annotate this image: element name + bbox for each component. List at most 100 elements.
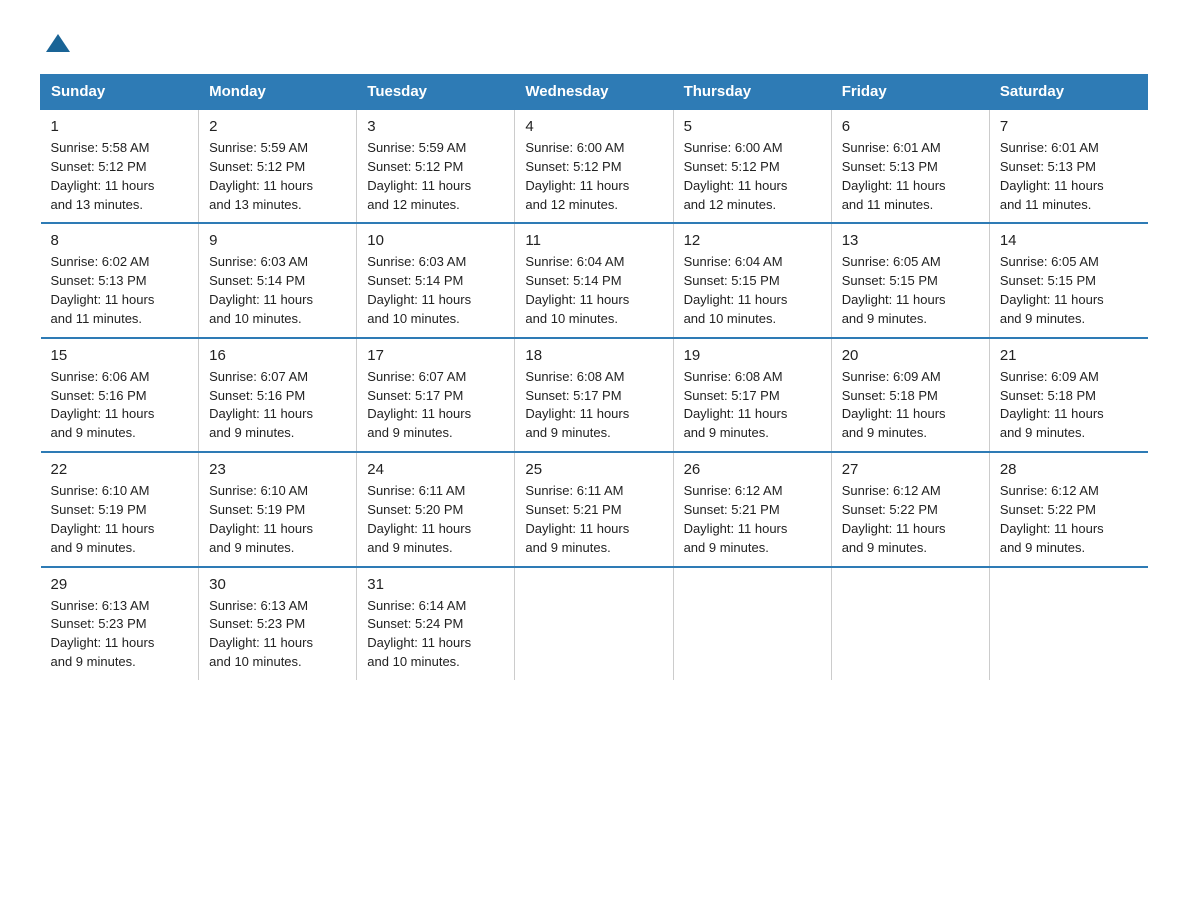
day-info: Sunrise: 6:03 AM Sunset: 5:14 PM Dayligh… xyxy=(209,253,346,328)
calendar-day-cell xyxy=(989,567,1147,680)
day-info: Sunrise: 6:00 AM Sunset: 5:12 PM Dayligh… xyxy=(525,139,662,214)
calendar-day-cell: 8 Sunrise: 6:02 AM Sunset: 5:13 PM Daylig… xyxy=(41,223,199,337)
day-of-week-header: Tuesday xyxy=(357,75,515,110)
calendar-day-cell xyxy=(515,567,673,680)
day-number: 28 xyxy=(1000,461,1138,478)
page-header xyxy=(40,30,1148,54)
calendar-day-cell: 28 Sunrise: 6:12 AM Sunset: 5:22 PM Dayli… xyxy=(989,452,1147,566)
day-info: Sunrise: 6:10 AM Sunset: 5:19 PM Dayligh… xyxy=(209,482,346,557)
day-number: 12 xyxy=(684,232,821,249)
day-number: 5 xyxy=(684,118,821,135)
calendar-day-cell: 22Sunrise: 6:10 AM Sunset: 5:19 PM Dayli… xyxy=(41,452,199,566)
day-info: Sunrise: 6:00 AM Sunset: 5:12 PM Dayligh… xyxy=(684,139,821,214)
day-info: Sunrise: 6:07 AM Sunset: 5:17 PM Dayligh… xyxy=(367,368,504,443)
day-info: Sunrise: 6:06 AM Sunset: 5:16 PM Dayligh… xyxy=(51,368,189,443)
calendar-week-row: 15Sunrise: 6:06 AM Sunset: 5:16 PM Dayli… xyxy=(41,338,1148,452)
day-info: Sunrise: 6:04 AM Sunset: 5:14 PM Dayligh… xyxy=(525,253,662,328)
calendar-day-cell: 17 Sunrise: 6:07 AM Sunset: 5:17 PM Dayli… xyxy=(357,338,515,452)
logo-triangle-icon xyxy=(44,32,72,54)
day-info: Sunrise: 6:08 AM Sunset: 5:17 PM Dayligh… xyxy=(525,368,662,443)
calendar-day-cell: 5 Sunrise: 6:00 AM Sunset: 5:12 PM Daylig… xyxy=(673,109,831,223)
day-number: 8 xyxy=(51,232,189,249)
day-number: 3 xyxy=(367,118,504,135)
day-info: Sunrise: 6:11 AM Sunset: 5:20 PM Dayligh… xyxy=(367,482,504,557)
calendar-week-row: 8 Sunrise: 6:02 AM Sunset: 5:13 PM Daylig… xyxy=(41,223,1148,337)
day-info: Sunrise: 6:02 AM Sunset: 5:13 PM Dayligh… xyxy=(51,253,189,328)
day-number: 6 xyxy=(842,118,979,135)
calendar-day-cell: 4 Sunrise: 6:00 AM Sunset: 5:12 PM Daylig… xyxy=(515,109,673,223)
day-info: Sunrise: 6:14 AM Sunset: 5:24 PM Dayligh… xyxy=(367,597,504,672)
calendar-day-cell: 19 Sunrise: 6:08 AM Sunset: 5:17 PM Dayli… xyxy=(673,338,831,452)
calendar-header-row: SundayMondayTuesdayWednesdayThursdayFrid… xyxy=(41,75,1148,110)
calendar-day-cell: 11 Sunrise: 6:04 AM Sunset: 5:14 PM Dayli… xyxy=(515,223,673,337)
calendar-day-cell: 29 Sunrise: 6:13 AM Sunset: 5:23 PM Dayli… xyxy=(41,567,199,680)
day-info: Sunrise: 6:09 AM Sunset: 5:18 PM Dayligh… xyxy=(842,368,979,443)
calendar-week-row: 22 Sunrise: 6:10 AM Sunset: 5:19 PM Dayli… xyxy=(41,452,1148,566)
calendar-day-cell: 2Sunrise: 5:59 AM Sunset: 5:12 PM Daylig… xyxy=(199,109,357,223)
day-of-week-header: Friday xyxy=(831,75,989,110)
day-info: Sunrise: 6:01 AM Sunset: 5:13 PM Dayligh… xyxy=(1000,139,1138,214)
calendar-day-cell: 3 Sunrise: 5:59 AM Sunset: 5:12 PM Daylig… xyxy=(357,109,515,223)
calendar-day-cell: 7 Sunrise: 6:01 AM Sunset: 5:13 PM Daylig… xyxy=(989,109,1147,223)
day-info: Sunrise: 6:03 AM Sunset: 5:14 PM Dayligh… xyxy=(367,253,504,328)
calendar-day-cell: 9Sunrise: 6:03 AM Sunset: 5:14 PM Daylig… xyxy=(199,223,357,337)
calendar-week-row: 1 Sunrise: 5:58 AM Sunset: 5:12 PM Daylig… xyxy=(41,109,1148,223)
day-number: 4 xyxy=(525,118,662,135)
calendar-day-cell: 13 Sunrise: 6:05 AM Sunset: 5:15 PM Dayli… xyxy=(831,223,989,337)
day-of-week-header: Thursday xyxy=(673,75,831,110)
day-number: 13 xyxy=(842,232,979,249)
calendar-day-cell: 16Sunrise: 6:07 AM Sunset: 5:16 PM Dayli… xyxy=(199,338,357,452)
day-number: 25 xyxy=(525,461,662,478)
day-info: Sunrise: 6:13 AM Sunset: 5:23 PM Dayligh… xyxy=(209,597,346,672)
day-info: Sunrise: 6:09 AM Sunset: 5:18 PM Dayligh… xyxy=(1000,368,1138,443)
day-number: 29 xyxy=(51,576,189,593)
day-info: Sunrise: 6:11 AM Sunset: 5:21 PM Dayligh… xyxy=(525,482,662,557)
day-of-week-header: Sunday xyxy=(41,75,199,110)
calendar-day-cell: 15Sunrise: 6:06 AM Sunset: 5:16 PM Dayli… xyxy=(41,338,199,452)
day-info: Sunrise: 5:59 AM Sunset: 5:12 PM Dayligh… xyxy=(367,139,504,214)
day-number: 21 xyxy=(1000,347,1138,364)
day-info: Sunrise: 6:05 AM Sunset: 5:15 PM Dayligh… xyxy=(1000,253,1138,328)
day-number: 11 xyxy=(525,232,662,249)
calendar-day-cell: 31 Sunrise: 6:14 AM Sunset: 5:24 PM Dayli… xyxy=(357,567,515,680)
calendar-day-cell: 20 Sunrise: 6:09 AM Sunset: 5:18 PM Dayli… xyxy=(831,338,989,452)
calendar-day-cell: 26Sunrise: 6:12 AM Sunset: 5:21 PM Dayli… xyxy=(673,452,831,566)
calendar-day-cell xyxy=(831,567,989,680)
day-of-week-header: Wednesday xyxy=(515,75,673,110)
calendar-day-cell: 21 Sunrise: 6:09 AM Sunset: 5:18 PM Dayli… xyxy=(989,338,1147,452)
day-info: Sunrise: 6:13 AM Sunset: 5:23 PM Dayligh… xyxy=(51,597,189,672)
day-info: Sunrise: 6:05 AM Sunset: 5:15 PM Dayligh… xyxy=(842,253,979,328)
day-number: 1 xyxy=(51,118,189,135)
day-number: 17 xyxy=(367,347,504,364)
day-number: 23 xyxy=(209,461,346,478)
day-number: 14 xyxy=(1000,232,1138,249)
calendar-day-cell: 30 Sunrise: 6:13 AM Sunset: 5:23 PM Dayli… xyxy=(199,567,357,680)
day-number: 10 xyxy=(367,232,504,249)
day-number: 24 xyxy=(367,461,504,478)
calendar-day-cell: 12 Sunrise: 6:04 AM Sunset: 5:15 PM Dayli… xyxy=(673,223,831,337)
calendar-day-cell: 25 Sunrise: 6:11 AM Sunset: 5:21 PM Dayli… xyxy=(515,452,673,566)
day-info: Sunrise: 6:12 AM Sunset: 5:22 PM Dayligh… xyxy=(1000,482,1138,557)
day-number: 19 xyxy=(684,347,821,364)
calendar-day-cell xyxy=(673,567,831,680)
day-info: Sunrise: 6:07 AM Sunset: 5:16 PM Dayligh… xyxy=(209,368,346,443)
day-info: Sunrise: 6:08 AM Sunset: 5:17 PM Dayligh… xyxy=(684,368,821,443)
calendar-day-cell: 24 Sunrise: 6:11 AM Sunset: 5:20 PM Dayli… xyxy=(357,452,515,566)
day-of-week-header: Monday xyxy=(199,75,357,110)
day-number: 7 xyxy=(1000,118,1138,135)
calendar-day-cell: 10 Sunrise: 6:03 AM Sunset: 5:14 PM Dayli… xyxy=(357,223,515,337)
day-info: Sunrise: 6:01 AM Sunset: 5:13 PM Dayligh… xyxy=(842,139,979,214)
day-number: 27 xyxy=(842,461,979,478)
day-info: Sunrise: 5:59 AM Sunset: 5:12 PM Dayligh… xyxy=(209,139,346,214)
day-number: 22 xyxy=(51,461,189,478)
day-number: 30 xyxy=(209,576,346,593)
calendar-week-row: 29 Sunrise: 6:13 AM Sunset: 5:23 PM Dayli… xyxy=(41,567,1148,680)
day-number: 20 xyxy=(842,347,979,364)
day-info: Sunrise: 6:04 AM Sunset: 5:15 PM Dayligh… xyxy=(684,253,821,328)
calendar-day-cell: 23 Sunrise: 6:10 AM Sunset: 5:19 PM Dayli… xyxy=(199,452,357,566)
day-info: Sunrise: 5:58 AM Sunset: 5:12 PM Dayligh… xyxy=(51,139,189,214)
day-info: Sunrise: 6:12 AM Sunset: 5:22 PM Dayligh… xyxy=(842,482,979,557)
calendar-day-cell: 18Sunrise: 6:08 AM Sunset: 5:17 PM Dayli… xyxy=(515,338,673,452)
calendar-day-cell: 6 Sunrise: 6:01 AM Sunset: 5:13 PM Daylig… xyxy=(831,109,989,223)
day-number: 31 xyxy=(367,576,504,593)
